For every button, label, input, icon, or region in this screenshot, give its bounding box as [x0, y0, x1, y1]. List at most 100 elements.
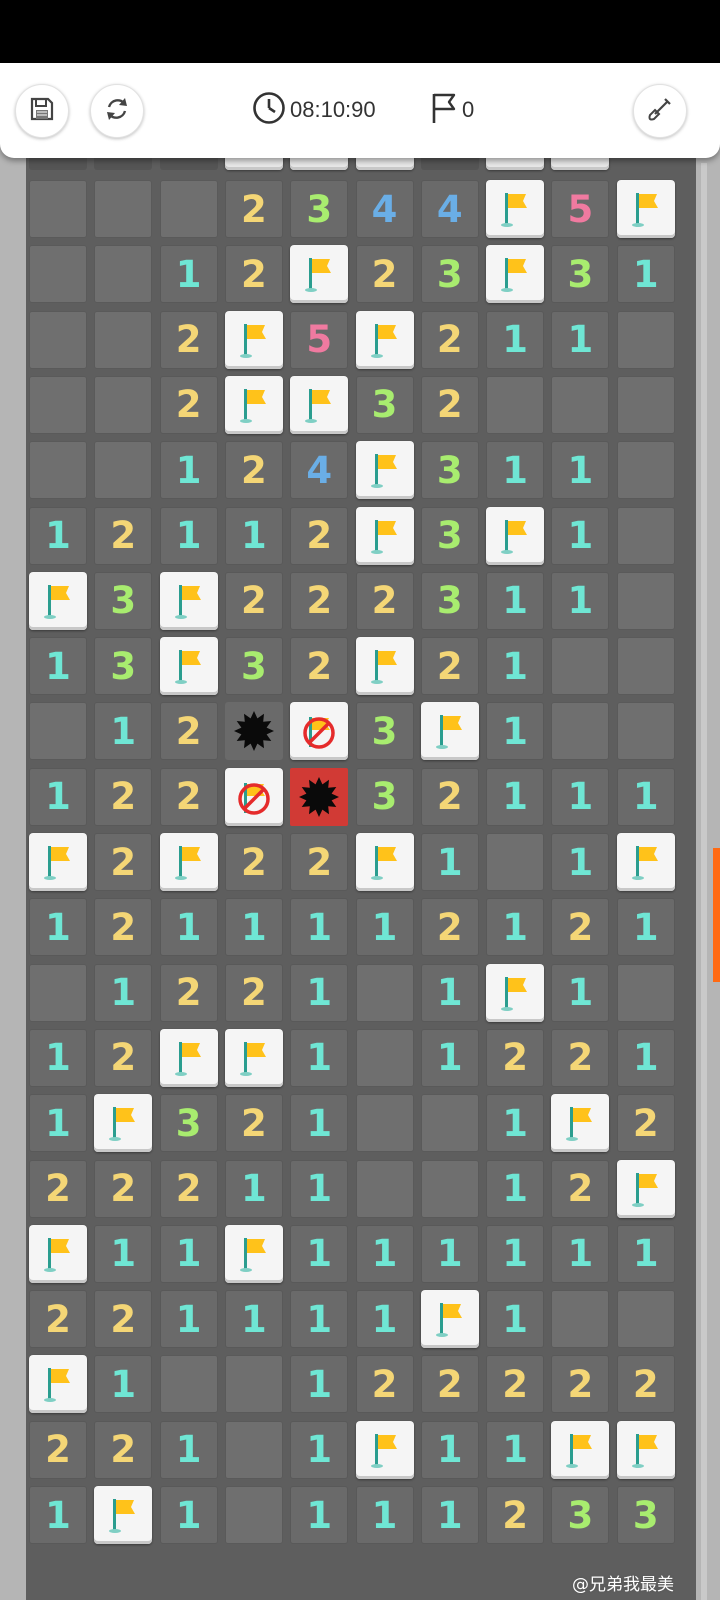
- empty-cell-r2-c0[interactable]: [29, 310, 87, 369]
- flagged-cell-r7-c2[interactable]: [159, 637, 218, 696]
- number-cell-r7-c3[interactable]: 3: [224, 637, 283, 696]
- empty-cell-r2-c9[interactable]: [616, 310, 675, 369]
- number-cell-r0-c5[interactable]: 4: [355, 180, 414, 238]
- number-cell-r4-c6[interactable]: 3: [420, 441, 479, 500]
- flagged-cell-r6-c2[interactable]: [159, 571, 218, 630]
- number-cell-r17-c4[interactable]: 1: [290, 1290, 349, 1349]
- number-cell-r8-c5[interactable]: 3: [355, 702, 414, 761]
- number-cell-r1-c2[interactable]: 1: [159, 245, 218, 304]
- number-cell-r19-c4[interactable]: 1: [290, 1420, 349, 1479]
- number-cell-r2-c6[interactable]: 2: [420, 310, 479, 369]
- empty-cell-r3-c0[interactable]: [29, 375, 87, 434]
- number-cell-r6-c7[interactable]: 1: [486, 571, 545, 630]
- number-cell-r13-c8[interactable]: 2: [551, 1028, 610, 1087]
- flagged-cell-r16-c3[interactable]: [224, 1224, 283, 1283]
- number-cell-r20-c9[interactable]: 3: [616, 1486, 675, 1544]
- number-cell-r13-c1[interactable]: 2: [94, 1028, 153, 1087]
- number-cell-r5-c2[interactable]: 1: [159, 506, 218, 565]
- empty-cell-r3-c7[interactable]: [486, 375, 545, 434]
- number-cell-r6-c3[interactable]: 2: [224, 571, 283, 630]
- number-cell-r2-c2[interactable]: 2: [159, 310, 218, 369]
- number-cell-r13-c6[interactable]: 1: [420, 1028, 479, 1087]
- number-cell-r4-c7[interactable]: 1: [486, 441, 545, 500]
- number-cell-r18-c9[interactable]: 2: [616, 1355, 675, 1414]
- number-cell-r18-c5[interactable]: 2: [355, 1355, 414, 1414]
- number-cell-r11-c4[interactable]: 1: [290, 898, 349, 957]
- number-cell-r7-c4[interactable]: 2: [290, 637, 349, 696]
- flagged-cell-r10-c5[interactable]: [355, 833, 414, 891]
- empty-cell-r19-c3[interactable]: [224, 1420, 283, 1479]
- number-cell-r14-c0[interactable]: 1: [29, 1094, 87, 1153]
- empty-cell-r6-c9[interactable]: [616, 571, 675, 630]
- number-cell-r4-c3[interactable]: 2: [224, 441, 283, 500]
- number-cell-r14-c4[interactable]: 1: [290, 1094, 349, 1153]
- number-cell-r20-c6[interactable]: 1: [420, 1486, 479, 1544]
- empty-cell-r13-c5[interactable]: [355, 1028, 414, 1087]
- flagged-cell-r19-c5[interactable]: [355, 1420, 414, 1479]
- number-cell-r1-c6[interactable]: 3: [420, 245, 479, 304]
- number-cell-r11-c5[interactable]: 1: [355, 898, 414, 957]
- number-cell-r17-c3[interactable]: 1: [224, 1290, 283, 1349]
- number-cell-r5-c6[interactable]: 3: [420, 506, 479, 565]
- number-cell-r6-c1[interactable]: 3: [94, 571, 153, 630]
- number-cell-r10-c4[interactable]: 2: [290, 833, 349, 891]
- empty-cell-r8-c9[interactable]: [616, 702, 675, 761]
- empty-cell-r15-c6[interactable]: [420, 1159, 479, 1218]
- empty-cell-r7-c9[interactable]: [616, 637, 675, 696]
- flagged-cell-r10-c2[interactable]: [159, 833, 218, 891]
- number-cell-r15-c2[interactable]: 2: [159, 1159, 218, 1218]
- number-cell-r16-c1[interactable]: 1: [94, 1224, 153, 1283]
- number-cell-r11-c8[interactable]: 2: [551, 898, 610, 957]
- empty-cell-r4-c9[interactable]: [616, 441, 675, 500]
- number-cell-r1-c8[interactable]: 3: [551, 245, 610, 304]
- number-cell-r20-c7[interactable]: 2: [486, 1486, 545, 1544]
- number-cell-r17-c1[interactable]: 2: [94, 1290, 153, 1349]
- number-cell-r15-c8[interactable]: 2: [551, 1159, 610, 1218]
- number-cell-r1-c3[interactable]: 2: [224, 245, 283, 304]
- number-cell-r2-c7[interactable]: 1: [486, 310, 545, 369]
- empty-cell-r5-c9[interactable]: [616, 506, 675, 565]
- number-cell-r20-c2[interactable]: 1: [159, 1486, 218, 1544]
- number-cell-r11-c1[interactable]: 2: [94, 898, 153, 957]
- empty-cell-r20-c3[interactable]: [224, 1486, 283, 1544]
- flagged-cell-r13-c2[interactable]: [159, 1028, 218, 1087]
- number-cell-r5-c1[interactable]: 2: [94, 506, 153, 565]
- number-cell-r8-c7[interactable]: 1: [486, 702, 545, 761]
- flagged-cell-r4-c5[interactable]: [355, 441, 414, 500]
- save-button[interactable]: [15, 84, 69, 138]
- empty-cell-r18-c2[interactable]: [159, 1355, 218, 1414]
- number-cell-r16-c5[interactable]: 1: [355, 1224, 414, 1283]
- number-cell-r14-c2[interactable]: 3: [159, 1094, 218, 1153]
- number-cell-r10-c6[interactable]: 1: [420, 833, 479, 891]
- number-cell-r7-c1[interactable]: 3: [94, 637, 153, 696]
- number-cell-r9-c5[interactable]: 3: [355, 767, 414, 826]
- flagged-cell-r2-c3[interactable]: [224, 310, 283, 369]
- number-cell-r16-c2[interactable]: 1: [159, 1224, 218, 1283]
- flagged-cell-r19-c8[interactable]: [551, 1420, 610, 1479]
- empty-cell-r10-c7[interactable]: [486, 833, 545, 891]
- number-cell-r12-c8[interactable]: 1: [551, 963, 610, 1022]
- empty-cell-r14-c5[interactable]: [355, 1094, 414, 1153]
- number-cell-r9-c7[interactable]: 1: [486, 767, 545, 826]
- number-cell-r7-c6[interactable]: 2: [420, 637, 479, 696]
- flagged-cell-r5-c5[interactable]: [355, 506, 414, 565]
- number-cell-r18-c4[interactable]: 1: [290, 1355, 349, 1414]
- number-cell-r3-c2[interactable]: 2: [159, 375, 218, 434]
- flagged-cell-r6-c0[interactable]: [29, 571, 87, 630]
- number-cell-r11-c0[interactable]: 1: [29, 898, 87, 957]
- number-cell-r19-c2[interactable]: 1: [159, 1420, 218, 1479]
- number-cell-r0-c4[interactable]: 3: [290, 180, 349, 238]
- number-cell-r5-c3[interactable]: 1: [224, 506, 283, 565]
- number-cell-r16-c6[interactable]: 1: [420, 1224, 479, 1283]
- flagged-cell-r5-c7[interactable]: [486, 506, 545, 565]
- flagged-cell-r7-c5[interactable]: [355, 637, 414, 696]
- number-cell-r11-c6[interactable]: 2: [420, 898, 479, 957]
- number-cell-r17-c7[interactable]: 1: [486, 1290, 545, 1349]
- empty-cell-r3-c8[interactable]: [551, 375, 610, 434]
- number-cell-r5-c0[interactable]: 1: [29, 506, 87, 565]
- flagged-cell-r19-c9[interactable]: [616, 1420, 675, 1479]
- number-cell-r19-c6[interactable]: 1: [420, 1420, 479, 1479]
- number-cell-r9-c9[interactable]: 1: [616, 767, 675, 826]
- number-cell-r1-c5[interactable]: 2: [355, 245, 414, 304]
- flagged-cell-r8-c6[interactable]: [420, 702, 479, 761]
